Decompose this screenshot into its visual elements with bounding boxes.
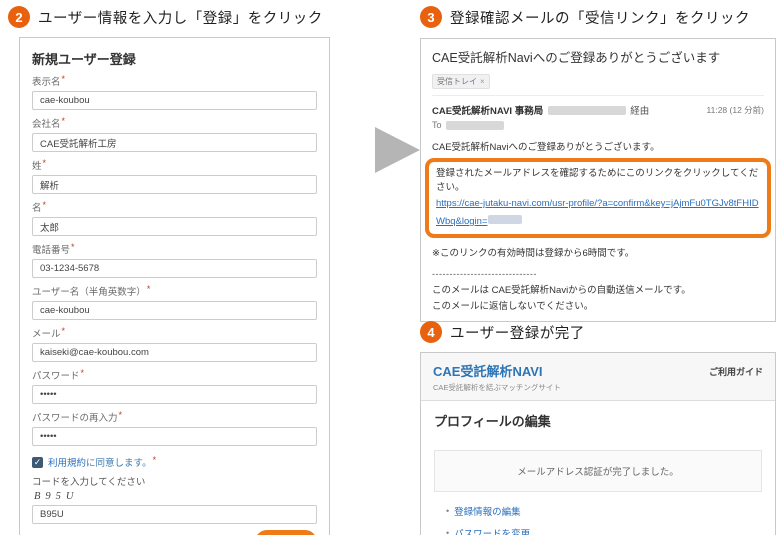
registration-form-panel: 新規ユーザー登録 表示名* 会社名* 姓* 名* 電話番号* ユーザー名（半角英… [19,37,330,535]
profile-link-list: • 登録情報の編集 • パスワードを変更 [446,504,762,535]
password-input[interactable] [32,385,317,404]
step4-section: 4 ユーザー登録が完了 CAE受託解析NAVI CAE受託解析を結ぶマッチングサ… [420,321,776,535]
email-tag-row: 受信トレイ × [432,66,764,96]
field-label-phone: 電話番号* [32,242,75,256]
field-label-email: メール* [32,326,66,340]
bullet-icon: • [446,528,450,535]
email-divider: ------------------------------ [432,269,537,279]
terms-link[interactable]: 利用規約 [48,458,86,469]
list-item: • パスワードを変更 [446,526,762,535]
terms-checkbox[interactable]: ✓ [32,456,43,468]
field-label-company: 会社名* [32,116,66,130]
field-label-username: ユーザー名（半角英数字）* [32,284,151,298]
field-label-display-name: 表示名* [32,74,66,88]
profile-page-title: プロフィールの編集 [434,414,551,429]
field-label-first-name: 名* [32,200,47,214]
field-label-last-name: 姓* [32,158,47,172]
email-timestamp: 11:28 (12 分前) [706,105,764,115]
link-validity-note: ※このリンクの有効時間は登録から6時間です。 [432,248,635,259]
field-label-password: パスワード* [32,368,85,382]
company-input[interactable] [32,133,317,152]
change-password-link[interactable]: パスワードを変更 [454,526,530,535]
email-sender: CAE受託解析NAVI 事務局 [432,106,544,117]
required-asterisk: * [42,200,47,210]
display-name-input[interactable] [32,91,317,110]
step2-title: ユーザー情報を入力し「登録」をクリック [38,10,323,27]
email-to-row: To [432,120,764,130]
edit-registration-link[interactable]: 登録情報の編集 [454,504,521,518]
email-footer-line1: このメールは CAE受託解析Naviからの自動送信メールです。 [432,285,691,296]
guide-link[interactable]: ご利用ガイド [709,365,763,393]
highlight-box-register [255,530,317,535]
arrow-right-icon [375,127,420,173]
captcha-input[interactable] [32,505,317,524]
redacted-sender-address [548,105,627,115]
step4-title: ユーザー登録が完了 [450,325,585,342]
inbox-tag[interactable]: 受信トレイ × [432,74,490,89]
required-asterisk: * [80,368,85,378]
bullet-icon: • [446,506,450,516]
submit-row: 登録 [32,528,317,535]
terms-label: 利用規約に同意します。* [48,455,157,469]
tutorial-page: 2 ユーザー情報を入力し「登録」をクリック 新規ユーザー登録 表示名* 会社名*… [0,0,784,535]
email-greeting: CAE受託解析Naviへのご登録ありがとうございます。 [432,142,660,153]
form-title: 新規ユーザー登録 [32,52,136,67]
field-label-password-confirm: パスワードの再入力* [32,410,123,424]
redacted-recipient [445,120,504,130]
step2-badge: 2 [8,6,30,28]
username-input[interactable] [32,301,317,320]
site-header: CAE受託解析NAVI CAE受託解析を結ぶマッチングサイト ご利用ガイド [421,353,775,401]
list-item: • 登録情報の編集 [446,504,762,518]
required-asterisk: * [61,326,66,336]
last-name-input[interactable] [32,175,317,194]
captcha-image: B95U [34,491,79,502]
captcha-instruction: コードを入力してください [32,477,146,488]
required-asterisk: * [146,284,151,294]
tag-close-icon[interactable]: × [480,77,485,86]
step3-heading: 3 登録確認メールの「受信リンク」をクリック [420,6,776,28]
site-tagline: CAE受託解析を結ぶマッチングサイト [433,383,561,392]
site-brand: CAE受託解析NAVI CAE受託解析を結ぶマッチングサイト [433,361,561,393]
email-instruction: 登録されたメールアドレスを確認するためにこのリンクをクリックしてください。 [436,168,759,193]
required-asterisk: * [61,116,66,126]
email-subject: CAE受託解析Naviへのご登録ありがとうございます [432,51,721,65]
check-icon: ✓ [33,456,42,467]
step3-badge: 3 [420,6,442,28]
required-asterisk: * [118,410,123,420]
email-via-label: 経由 [630,106,650,117]
redacted-login-value [487,215,522,225]
site-logo-text[interactable]: CAE受託解析NAVI [433,361,561,380]
required-asterisk: * [152,455,157,465]
email-to-label: To [432,120,442,130]
required-asterisk: * [42,158,47,168]
password-confirm-input[interactable] [32,427,317,446]
first-name-input[interactable] [32,217,317,236]
phone-input[interactable] [32,259,317,278]
step2-section: 2 ユーザー情報を入力し「登録」をクリック 新規ユーザー登録 表示名* 会社名*… [8,6,332,535]
email-footer-line2: このメールに返信しないでください。 [432,301,594,312]
step3-section: 3 登録確認メールの「受信リンク」をクリック CAE受託解析Naviへのご登録あ… [420,6,776,322]
step4-badge: 4 [420,321,442,343]
verification-message: メールアドレス認証が完了しました。 [434,450,762,492]
required-asterisk: * [71,242,75,252]
email-input[interactable] [32,343,317,362]
step4-heading: 4 ユーザー登録が完了 [420,321,776,343]
profile-body: プロフィールの編集 メールアドレス認証が完了しました。 • 登録情報の編集 • … [421,401,775,535]
step2-heading: 2 ユーザー情報を入力し「登録」をクリック [8,6,332,28]
confirmation-link[interactable]: https://cae-jutaku-navi.com/usr-profile/… [436,198,759,227]
step3-title: 登録確認メールの「受信リンク」をクリック [450,10,750,27]
terms-row: ✓ 利用規約に同意します。* [32,455,317,469]
email-sender-row: CAE受託解析NAVI 事務局 経由 11:28 (12 分前) [432,103,764,117]
required-asterisk: * [61,74,66,84]
profile-panel: CAE受託解析NAVI CAE受託解析を結ぶマッチングサイト ご利用ガイド プロ… [420,352,776,535]
email-panel: CAE受託解析Naviへのご登録ありがとうございます 受信トレイ × CAE受託解… [420,38,776,322]
highlight-box-link: 登録されたメールアドレスを確認するためにこのリンクをクリックしてください。 ht… [425,158,771,238]
